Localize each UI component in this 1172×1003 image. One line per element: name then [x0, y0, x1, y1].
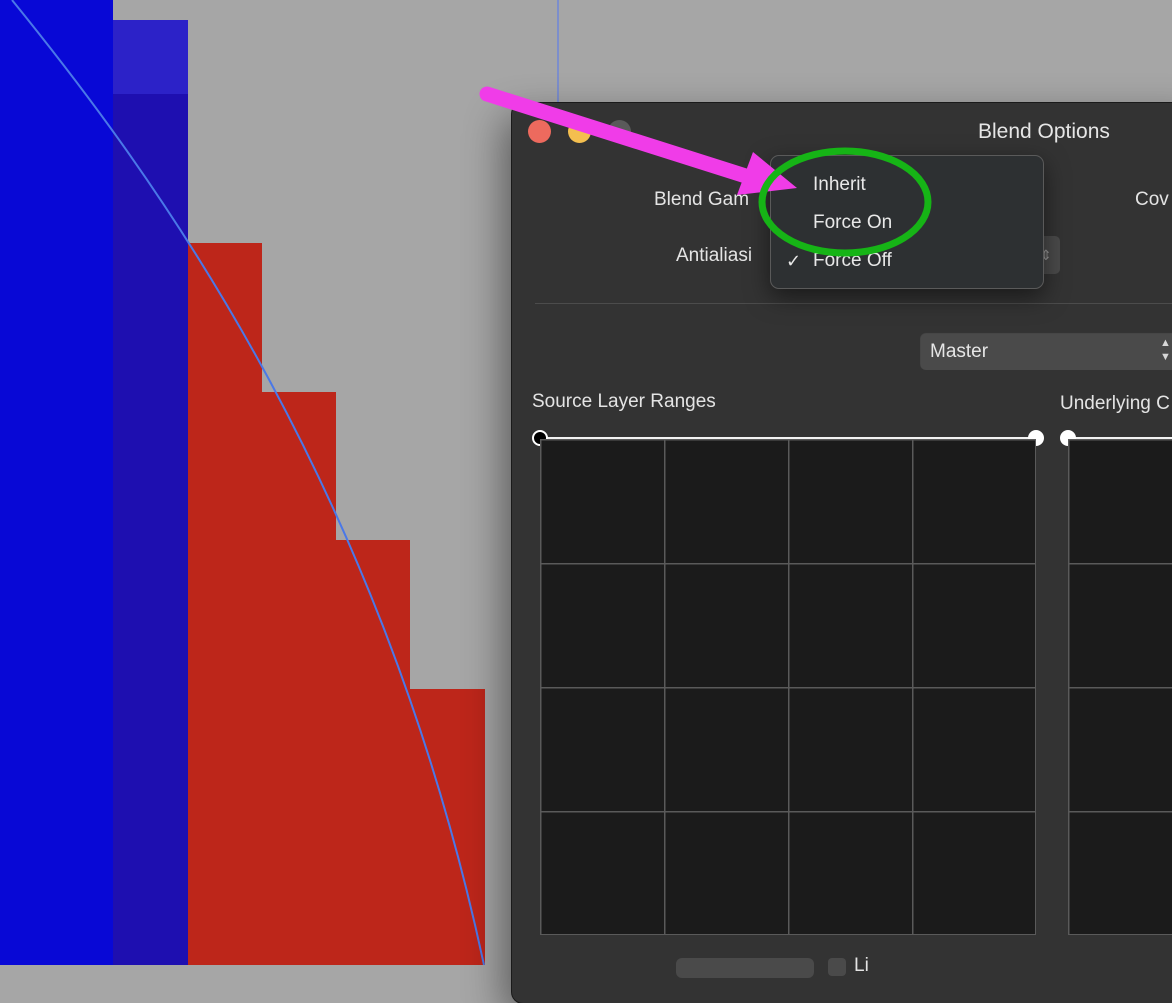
dialog-title: Blend Options — [978, 120, 1110, 143]
blue-column-1 — [0, 0, 113, 965]
bottom-button[interactable] — [676, 958, 814, 978]
blend-gamma-label: Blend Gam — [654, 189, 750, 210]
close-icon[interactable] — [528, 120, 551, 143]
menu-item-label: Inherit — [813, 174, 866, 195]
red-step-1 — [188, 243, 262, 965]
source-range-graph[interactable] — [540, 439, 1036, 935]
divider — [535, 303, 1172, 304]
bottom-label: Li — [854, 955, 869, 976]
menu-item-label: Force On — [813, 212, 893, 233]
red-step-2 — [262, 392, 336, 965]
checkmark-icon: ✓ — [786, 251, 802, 271]
underlying-ranges-label: Underlying C — [1060, 393, 1170, 414]
menu-item-force-on[interactable]: Force On — [771, 205, 1043, 241]
underlying-range-graph[interactable] — [1068, 439, 1172, 935]
menu-item-inherit[interactable]: Inherit — [771, 167, 1043, 203]
red-step-3 — [336, 540, 410, 965]
source-layer-ranges-label: Source Layer Ranges — [532, 391, 716, 412]
channel-select-value: Master — [930, 341, 989, 362]
minimize-icon[interactable] — [568, 120, 591, 143]
blue-column-2-top — [113, 20, 188, 94]
menu-item-label: Force Off — [813, 250, 892, 271]
antialiasing-label: Antialiasi — [676, 245, 753, 266]
channel-select[interactable]: Master ▲ ▼ — [920, 332, 1172, 370]
stepper-arrows-icon: ▲ ▼ — [1160, 337, 1171, 363]
menu-item-force-off[interactable]: ✓ Force Off — [771, 243, 1043, 279]
antialiasing-menu: Inherit Force On ✓ Force Off — [770, 155, 1044, 289]
zoom-icon[interactable] — [608, 120, 631, 143]
bottom-checkbox[interactable] — [828, 958, 846, 976]
coverage-label: Cov — [1135, 189, 1169, 210]
